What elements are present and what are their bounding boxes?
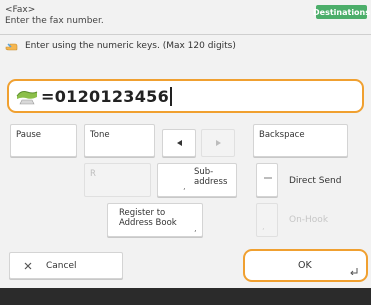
submenu-indicator-icon: ‚ [194, 224, 197, 233]
status-bar [0, 288, 371, 305]
on-hook-toggle[interactable]: ‚ [256, 203, 278, 237]
text-cursor [170, 86, 172, 106]
guide-message: Enter using the numeric keys. (Max 120 d… [5, 38, 236, 54]
pause-label: Pause [16, 130, 41, 140]
on-hook-label: On-Hook [289, 215, 329, 225]
cancel-label: Cancel [46, 261, 77, 271]
cursor-left-button[interactable] [162, 129, 196, 157]
close-icon [24, 262, 32, 270]
fax-number-value: =0120123456 [41, 86, 170, 106]
tone-button[interactable]: Tone [84, 124, 155, 157]
cursor-right-button[interactable] [201, 129, 235, 157]
register-line2: Address Book [119, 218, 177, 228]
pause-button[interactable]: Pause [10, 124, 77, 157]
r-key-button[interactable]: R [84, 163, 151, 197]
backspace-label: Backspace [259, 130, 305, 140]
register-line1: Register to [119, 208, 166, 218]
right-arrow-icon [215, 140, 221, 146]
phone-handset-icon [16, 91, 38, 105]
hand-pointer-icon [5, 43, 18, 51]
mode-label: <Fax> [5, 5, 36, 15]
enter-icon [350, 268, 358, 275]
submenu-indicator-icon: ‚ [183, 182, 186, 191]
tone-label: Tone [90, 130, 110, 140]
cancel-button[interactable]: Cancel [9, 252, 123, 279]
subaddress-line2: address [194, 177, 228, 187]
direct-send-toggle[interactable] [256, 163, 278, 197]
header-divider [0, 34, 371, 35]
subaddress-line1: Sub- [194, 167, 214, 177]
instruction-text: Enter the fax number. [5, 16, 104, 26]
left-arrow-icon [176, 140, 182, 146]
toggle-off-icon [264, 177, 272, 179]
direct-send-label: Direct Send [289, 176, 342, 186]
destinations-button[interactable]: Destinations [313, 5, 370, 19]
backspace-button[interactable]: Backspace [253, 124, 348, 157]
register-address-book-button[interactable]: Register to Address Book ‚ [107, 203, 203, 237]
guide-text: Enter using the numeric keys. (Max 120 d… [25, 41, 236, 51]
submenu-indicator-icon: ‚ [262, 222, 265, 231]
ok-label: OK [298, 260, 312, 271]
r-key-label: R [90, 169, 96, 179]
subaddress-button[interactable]: Sub- address ‚ [157, 163, 237, 197]
ok-button[interactable]: OK [243, 249, 368, 282]
subaddress-label: Sub- address [194, 167, 227, 187]
register-label: Register to Address Book [119, 208, 177, 228]
fax-number-field[interactable]: =0120123456 [7, 79, 364, 113]
